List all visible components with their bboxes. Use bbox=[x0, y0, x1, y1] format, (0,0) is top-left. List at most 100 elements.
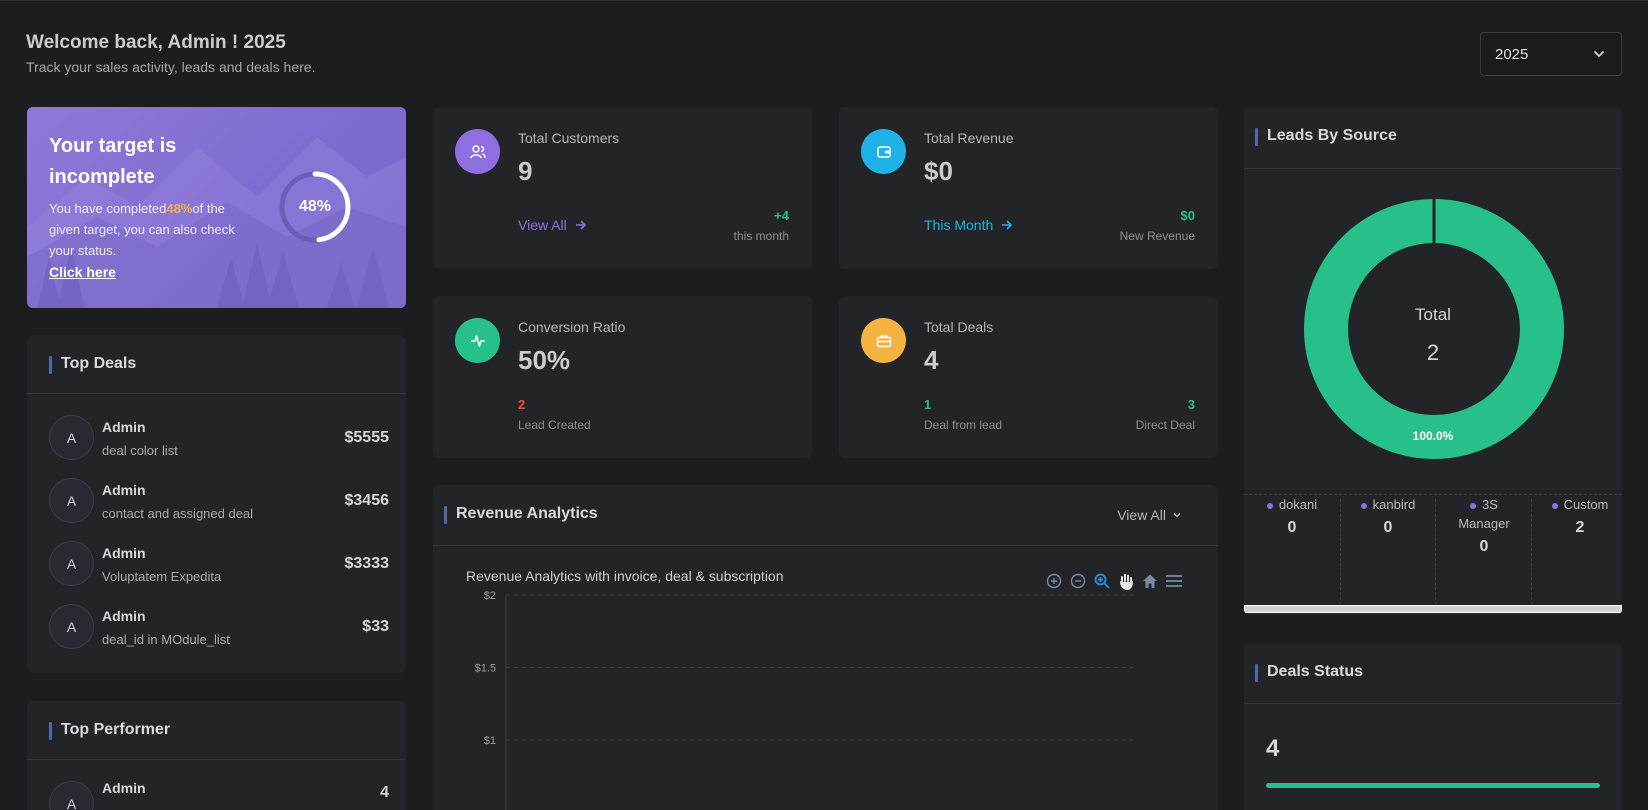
leads-by-source-card: Leads By Source Total 2 100.0% dokani 0 … bbox=[1244, 107, 1622, 615]
leads-donut-chart bbox=[1304, 199, 1564, 459]
click-here-link[interactable]: Click here bbox=[49, 264, 116, 280]
view-all-link[interactable]: View All bbox=[518, 217, 587, 233]
legend-dot bbox=[1266, 502, 1273, 509]
deal-from-lead-label: Deal from lead bbox=[924, 418, 1003, 432]
divider bbox=[27, 393, 406, 394]
top-performer-title: Top Performer bbox=[49, 721, 170, 740]
target-card: Your target is incomplete You have compl… bbox=[27, 107, 406, 308]
deal-row[interactable]: A Admin deal color list $5555 bbox=[49, 415, 389, 465]
year-select-value: 2025 bbox=[1495, 45, 1529, 63]
chart-subtitle: Revenue Analytics with invoice, deal & s… bbox=[466, 568, 784, 584]
total-revenue-card: Total Revenue $0 This Month $0 New Reven… bbox=[839, 107, 1218, 269]
stat-label: Total Customers bbox=[518, 130, 620, 146]
deal-from-lead-value: 1 bbox=[924, 397, 932, 412]
wallet-icon bbox=[861, 129, 906, 174]
deals-status-title: Deals Status bbox=[1255, 663, 1363, 682]
divider bbox=[27, 759, 406, 760]
deal-amount: $3456 bbox=[344, 492, 390, 509]
deals-status-progress-fill bbox=[1266, 783, 1600, 788]
deal-row[interactable]: A Admin contact and assigned deal $3456 bbox=[49, 478, 389, 528]
conversion-ratio-card: Conversion Ratio 50% 2 Lead Created bbox=[433, 296, 812, 458]
deal-owner: Admin bbox=[102, 545, 146, 561]
stat-delta: +4 bbox=[774, 208, 789, 223]
deal-owner: Admin bbox=[102, 608, 146, 624]
legend-value: 2 bbox=[1575, 519, 1585, 536]
deal-owner: Admin bbox=[102, 482, 146, 498]
performer-row[interactable]: A Admin 4 bbox=[49, 780, 389, 810]
stat-value: 50% bbox=[518, 345, 571, 375]
stat-delta: $0 bbox=[1180, 208, 1195, 223]
legend-item-3s-manager[interactable]: 3S Manager 0 bbox=[1444, 495, 1524, 556]
avatar: A bbox=[49, 604, 94, 649]
deal-description: deal_id in MOdule_list bbox=[102, 632, 230, 647]
deals-status-card: Deals Status 4 bbox=[1244, 643, 1622, 810]
legend-item-custom[interactable]: Custom 2 bbox=[1532, 495, 1622, 537]
deals-status-value: 4 bbox=[1266, 735, 1280, 762]
deal-owner: Admin bbox=[102, 419, 146, 435]
divider bbox=[433, 545, 1218, 546]
this-month-link[interactable]: This Month bbox=[924, 217, 1013, 233]
year-select[interactable]: 2025 bbox=[1480, 32, 1622, 76]
y-tick-label: $1.5 bbox=[475, 663, 496, 675]
target-percent: 48% bbox=[166, 201, 193, 216]
leads-by-source-title: Leads By Source bbox=[1255, 127, 1397, 146]
revenue-analytics-card: Revenue Analytics View All Revenue Analy… bbox=[433, 485, 1218, 810]
chevron-down-icon bbox=[1594, 51, 1604, 58]
legend-separator bbox=[1435, 499, 1436, 605]
deal-description: deal color list bbox=[102, 443, 178, 458]
pulse-icon bbox=[455, 318, 500, 363]
lead-created-label: Lead Created bbox=[518, 418, 591, 432]
y-tick-label: $2 bbox=[484, 590, 496, 602]
direct-deal-label: Direct Deal bbox=[1135, 418, 1195, 432]
target-text: You have completed48%of the given target… bbox=[49, 201, 235, 258]
donut-total-label: Total bbox=[1415, 305, 1451, 324]
deal-row[interactable]: A Admin Voluptatem Expedita $3333 bbox=[49, 541, 389, 591]
deal-row[interactable]: A Admin deal_id in MOdule_list $33 bbox=[49, 604, 389, 654]
legend-dot bbox=[1360, 502, 1367, 509]
avatar: A bbox=[49, 781, 94, 810]
view-all-dropdown[interactable]: View All bbox=[1117, 507, 1182, 523]
direct-deal-value: 3 bbox=[1187, 397, 1195, 412]
avatar: A bbox=[49, 541, 94, 586]
stat-label: Total Deals bbox=[924, 319, 994, 335]
donut-slice-label: 100.0% bbox=[1412, 429, 1454, 443]
briefcase-icon bbox=[861, 318, 906, 363]
performer-value: 4 bbox=[380, 784, 389, 801]
revenue-analytics-title: Revenue Analytics bbox=[444, 505, 598, 524]
y-tick-label: $1 bbox=[484, 735, 496, 747]
revenue-chart: $2 $1.5 $1 bbox=[475, 590, 1133, 810]
donut-slice-custom bbox=[1304, 199, 1564, 459]
avatar: A bbox=[49, 415, 94, 460]
legend-item-dokani[interactable]: dokani 0 bbox=[1244, 495, 1340, 537]
avatar: A bbox=[49, 478, 94, 523]
total-customers-card: Total Customers 9 View All +4 this month bbox=[433, 107, 812, 269]
stat-label: Total Revenue bbox=[924, 130, 1014, 146]
horizontal-scrollbar[interactable] bbox=[1244, 605, 1622, 613]
stat-label: Conversion Ratio bbox=[518, 319, 626, 335]
lead-created-value: 2 bbox=[518, 397, 526, 412]
stat-value: 4 bbox=[924, 345, 939, 375]
page-title: Welcome back, Admin ! 2025 bbox=[26, 32, 286, 53]
deal-amount: $3333 bbox=[344, 555, 390, 572]
top-deals-title: Top Deals bbox=[49, 355, 136, 374]
legend-item-kanbird[interactable]: kanbird 0 bbox=[1340, 495, 1436, 537]
deal-description: contact and assigned deal bbox=[102, 506, 254, 521]
total-deals-card: Total Deals 4 1 Deal from lead 3 Direct … bbox=[839, 296, 1218, 458]
deal-description: Voluptatem Expedita bbox=[102, 569, 222, 584]
chevron-down-icon bbox=[1173, 513, 1181, 518]
page-subtitle: Track your sales activity, leads and dea… bbox=[26, 59, 316, 75]
legend-dot bbox=[1470, 502, 1477, 509]
target-ring-label: 48% bbox=[298, 198, 332, 215]
deal-amount: $33 bbox=[362, 618, 389, 635]
deal-amount: $5555 bbox=[344, 429, 390, 446]
target-title: Your target is incomplete bbox=[49, 135, 177, 188]
legend-dot bbox=[1551, 502, 1558, 509]
donut-total-value: 2 bbox=[1426, 340, 1440, 365]
legend-value: 0 bbox=[1383, 519, 1393, 536]
stat-value: $0 bbox=[924, 156, 953, 186]
legend-value: 0 bbox=[1479, 538, 1489, 555]
performer-name: Admin bbox=[102, 780, 146, 796]
stat-delta-label: New Revenue bbox=[1119, 229, 1195, 243]
stat-value: 9 bbox=[518, 156, 533, 186]
arrow-right-icon bbox=[575, 220, 586, 230]
